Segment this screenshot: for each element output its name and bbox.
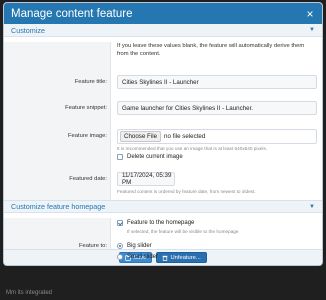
checkbox-icon: [117, 153, 123, 160]
close-icon[interactable]: ×: [304, 8, 316, 20]
feature-homepage-hint: If selected, the feature will be visible…: [127, 228, 239, 234]
image-hint: It is recommended that you use an image …: [117, 145, 268, 151]
feature-image-label: Feature image:: [68, 133, 107, 139]
feature-to-label: Feature to:: [78, 243, 107, 249]
section-customize-homepage[interactable]: Customize feature homepage ▼: [4, 200, 322, 213]
feature-homepage-checkbox[interactable]: Feature to the homepage: [117, 219, 317, 226]
intro-text: If you leave these values blank, the fea…: [117, 43, 305, 57]
big-slider-label: Big slider: [127, 243, 152, 249]
section-customize[interactable]: Customize ▼: [4, 24, 322, 37]
small-slider-radio[interactable]: Small slider: [117, 253, 317, 260]
file-status: no file selected: [164, 132, 206, 140]
chevron-down-icon: ▼: [309, 203, 315, 210]
feature-title-input[interactable]: Cities Skylines II - Launcher: [117, 75, 317, 89]
delete-image-checkbox[interactable]: Delete current image: [117, 153, 317, 160]
feature-homepage-label: Feature to the homepage: [127, 219, 195, 226]
big-slider-radio[interactable]: Big slider: [117, 243, 317, 249]
featured-date-label: Featured date:: [69, 176, 107, 182]
radio-checked-icon: [117, 243, 123, 249]
dialog-title: Manage content feature: [11, 7, 133, 20]
choose-file-button[interactable]: Choose File: [120, 130, 162, 142]
featured-date-input[interactable]: 11/17/2024, 05:39 PM: [117, 172, 175, 186]
dialog-header: Manage content feature ×: [4, 3, 322, 24]
delete-image-label: Delete current image: [127, 153, 183, 160]
chevron-down-icon: ▼: [309, 27, 315, 33]
customize-form: If you leave these values blank, the fea…: [4, 42, 322, 200]
background-text: Mm its integrated: [6, 290, 53, 296]
radio-icon: [117, 253, 123, 260]
manage-feature-dialog: Manage content feature × Customize ▼ If …: [3, 2, 323, 266]
section-homepage-label: Customize feature homepage: [11, 202, 106, 211]
checkbox-checked-icon: [117, 219, 123, 226]
section-customize-label: Customize: [11, 25, 45, 35]
feature-image-input[interactable]: Choose File no file selected: [117, 128, 317, 144]
feature-snippet-label: Feature snippet:: [65, 105, 107, 111]
feature-snippet-input[interactable]: Game launcher for Cities Skylines II - L…: [117, 101, 317, 115]
date-hint: Featured content is ordered by feature d…: [117, 188, 256, 194]
small-slider-label: Small slider: [127, 253, 159, 260]
feature-title-label: Feature title:: [74, 79, 107, 85]
